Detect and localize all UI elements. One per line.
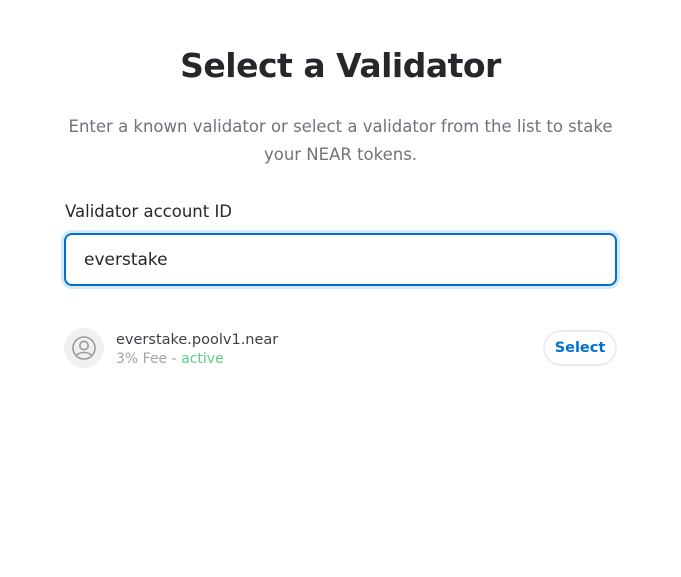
validator-avatar xyxy=(64,328,104,368)
select-validator-button[interactable]: Select xyxy=(543,330,617,366)
validator-list-item: everstake.poolv1.near 3% Fee - active Se… xyxy=(64,327,617,369)
select-validator-page: Select a Validator Enter a known validat… xyxy=(0,0,681,577)
validator-avatar-icon xyxy=(72,336,96,360)
validator-account-id-label: Validator account ID xyxy=(65,202,233,221)
validator-status: active xyxy=(181,351,224,367)
page-subtitle: Enter a known validator or select a vali… xyxy=(68,117,613,164)
validator-fee: 3% Fee - xyxy=(116,351,182,367)
validator-account-id-input[interactable] xyxy=(66,235,615,284)
validator-meta: 3% Fee - active xyxy=(116,349,224,369)
validator-account-id-field[interactable] xyxy=(64,233,617,286)
page-title: Select a Validator xyxy=(180,46,501,85)
validator-name: everstake.poolv1.near xyxy=(116,332,279,348)
